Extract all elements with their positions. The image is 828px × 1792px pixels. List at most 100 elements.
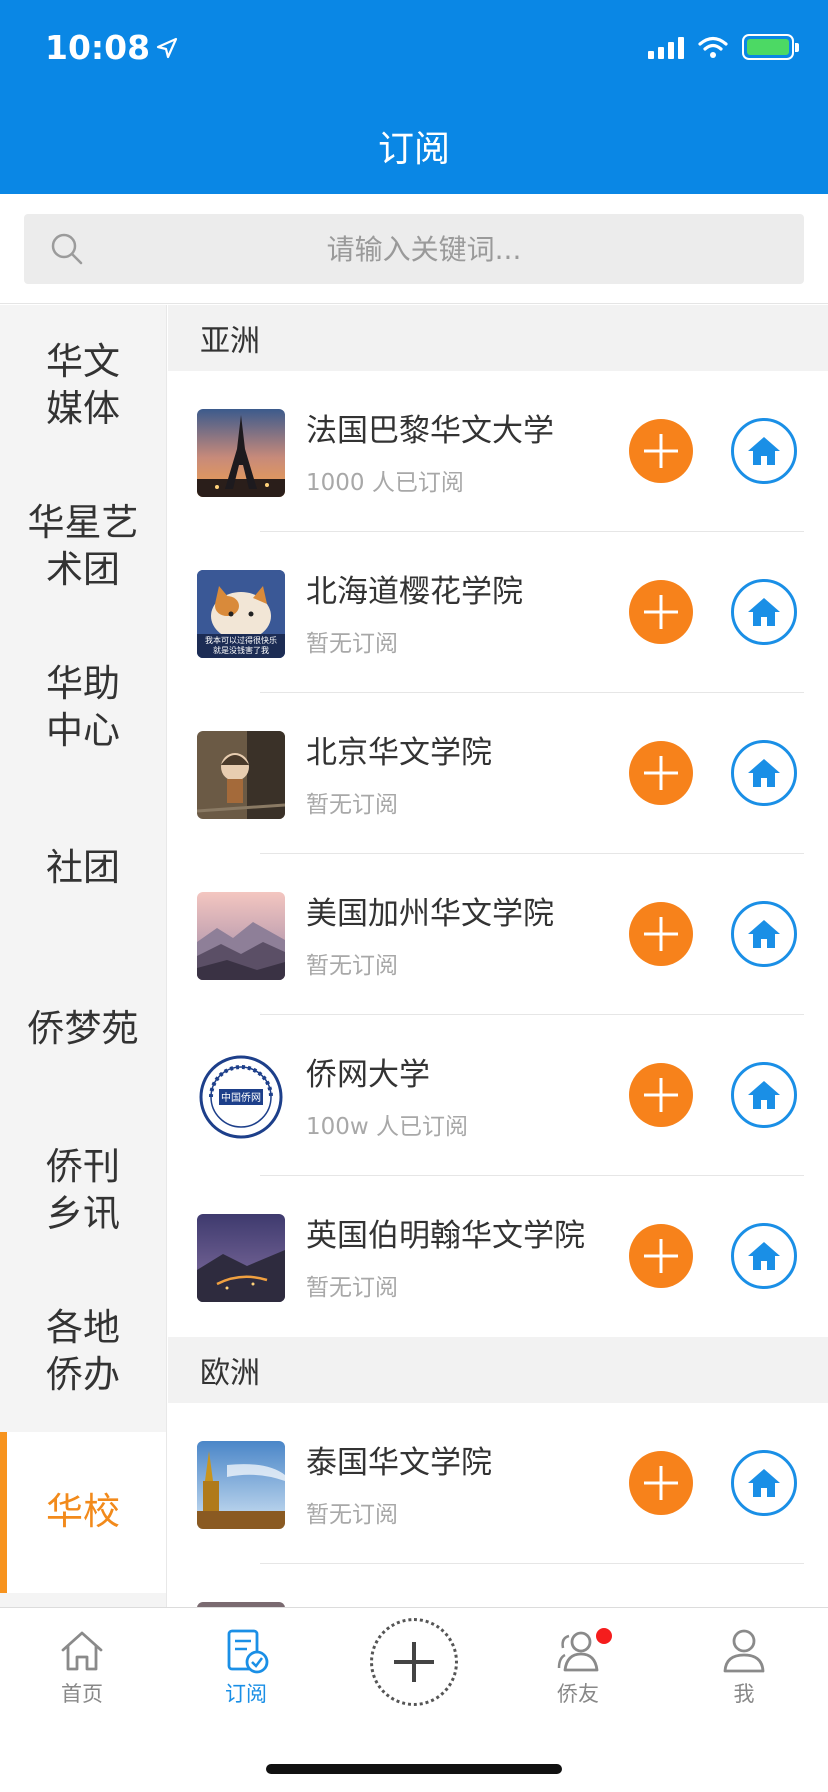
homepage-button[interactable] bbox=[731, 1062, 797, 1128]
subscription-list: 亚洲 法国巴黎华文大学 1000 人已订阅 我本可以过得很快乐 就是没钱害了我 … bbox=[168, 305, 828, 1607]
sidebar-item-label: 侨梦苑 bbox=[27, 1007, 139, 1051]
sidebar-item-label: 华文媒体 bbox=[46, 340, 120, 430]
notification-badge bbox=[596, 1628, 612, 1644]
home-icon bbox=[61, 1631, 103, 1671]
sidebar-item-art-troupe[interactable]: 华星艺术团 bbox=[0, 466, 166, 627]
sidebar-item-qiaomengyuan[interactable]: 侨梦苑 bbox=[0, 949, 166, 1110]
homepage-button[interactable] bbox=[731, 1223, 797, 1289]
thumb-caption-line1: 我本可以过得很快乐 bbox=[205, 635, 277, 645]
sidebar-item-label: 华助中心 bbox=[46, 662, 120, 752]
house-icon bbox=[748, 598, 780, 626]
subscribe-plus-button[interactable] bbox=[629, 1063, 693, 1127]
page-title: 订阅 bbox=[377, 129, 450, 170]
list-item[interactable]: 我本可以过得很快乐 就是没钱害了我 北海道樱花学院 暂无订阅 bbox=[168, 532, 828, 693]
house-icon bbox=[748, 1081, 780, 1109]
sidebar-item-label: 华校 bbox=[46, 1490, 120, 1534]
house-icon bbox=[748, 759, 780, 787]
school-name: 北京华文学院 bbox=[306, 735, 492, 771]
house-icon bbox=[748, 920, 780, 948]
list-item[interactable]: 泰国华文学院 暂无订阅 bbox=[168, 1403, 828, 1564]
school-name: 法国巴黎华文大学 bbox=[306, 413, 554, 449]
list-item-partial[interactable] bbox=[168, 1564, 828, 1607]
university-seal-thumbnail: 中国侨网 bbox=[197, 1053, 285, 1141]
top-header: 10:08 订阅 bbox=[0, 0, 828, 194]
tab-friends[interactable]: 侨友 bbox=[518, 1626, 638, 1708]
sidebar-item-label: 社团 bbox=[46, 846, 120, 890]
sidebar-item-associations[interactable]: 社团 bbox=[0, 788, 166, 949]
tab-label: 我 bbox=[733, 1682, 755, 1706]
tab-subscribe[interactable]: 订阅 bbox=[186, 1626, 306, 1708]
status-indicators bbox=[648, 34, 799, 60]
sidebar-item-label: 侨刊乡讯 bbox=[46, 1145, 120, 1235]
search-input[interactable] bbox=[104, 214, 744, 284]
subscribe-icon bbox=[227, 1629, 269, 1674]
subscriber-count: 暂无订阅 bbox=[306, 953, 398, 979]
subscriber-count: 暂无订阅 bbox=[306, 1275, 398, 1301]
school-name: 侨网大学 bbox=[306, 1057, 430, 1093]
clock-text: 10:08 bbox=[45, 28, 151, 67]
status-time: 10:08 bbox=[45, 28, 178, 67]
golden-temple-thumbnail bbox=[197, 1441, 285, 1529]
subscriber-count: 暂无订阅 bbox=[306, 792, 398, 818]
subscribe-plus-button[interactable] bbox=[629, 741, 693, 805]
subscriber-count: 100w 人已订阅 bbox=[306, 1114, 469, 1140]
homepage-button[interactable] bbox=[731, 1450, 797, 1516]
school-name: 北海道樱花学院 bbox=[306, 574, 523, 610]
home-indicator bbox=[266, 1764, 562, 1774]
school-name: 泰国华文学院 bbox=[306, 1445, 492, 1481]
subscribe-plus-button[interactable] bbox=[629, 580, 693, 644]
night-landscape-thumbnail bbox=[197, 1214, 285, 1302]
tab-me[interactable]: 我 bbox=[684, 1626, 804, 1708]
homepage-button[interactable] bbox=[731, 901, 797, 967]
subscriber-count: 暂无订阅 bbox=[306, 631, 398, 657]
list-item[interactable]: 中国侨网 侨网大学 100w 人已订阅 bbox=[168, 1015, 828, 1176]
section-header-asia: 亚洲 bbox=[168, 305, 828, 371]
sidebar-item-hometown-news[interactable]: 侨刊乡讯 bbox=[0, 1110, 166, 1271]
subscribe-plus-button[interactable] bbox=[629, 1451, 693, 1515]
sidebar-item-label: 各地侨办 bbox=[46, 1306, 120, 1396]
wifi-icon bbox=[698, 36, 728, 58]
eiffel-tower-thumbnail bbox=[197, 409, 285, 497]
cellular-signal-icon bbox=[648, 35, 684, 59]
profile-icon bbox=[723, 1629, 765, 1673]
house-icon bbox=[748, 1469, 780, 1497]
tab-home[interactable]: 首页 bbox=[22, 1626, 142, 1708]
house-icon bbox=[748, 437, 780, 465]
homepage-button[interactable] bbox=[731, 579, 797, 645]
sidebar-item-label: 华星艺术团 bbox=[27, 501, 139, 591]
tab-label: 首页 bbox=[61, 1682, 103, 1706]
subscribe-plus-button[interactable] bbox=[629, 419, 693, 483]
sidebar-item-schools[interactable]: 华校 bbox=[0, 1432, 166, 1593]
school-name: 美国加州华文学院 bbox=[306, 896, 554, 932]
subscriber-count: 1000 人已订阅 bbox=[306, 470, 464, 496]
location-arrow-icon bbox=[156, 37, 178, 58]
homepage-button[interactable] bbox=[731, 740, 797, 806]
list-item[interactable]: 英国伯明翰华文学院 暂无订阅 bbox=[168, 1176, 828, 1337]
tab-label: 订阅 bbox=[225, 1682, 267, 1706]
misty-mountains-thumbnail bbox=[197, 892, 285, 980]
sidebar-item-help-center[interactable]: 华助中心 bbox=[0, 627, 166, 788]
school-name: 英国伯明翰华文学院 bbox=[306, 1218, 585, 1254]
cat-meme-thumbnail: 我本可以过得很快乐 就是没钱害了我 bbox=[197, 570, 285, 658]
subscriber-count: 暂无订阅 bbox=[306, 1502, 398, 1528]
search-bar bbox=[0, 194, 828, 304]
thumb-caption-line2: 就是没钱害了我 bbox=[213, 645, 269, 655]
search-icon bbox=[51, 233, 83, 265]
sidebar-item-media[interactable]: 华文媒体 bbox=[0, 305, 166, 466]
seal-logo-text: 中国侨网 bbox=[221, 1091, 261, 1104]
battery-icon bbox=[742, 34, 799, 60]
figurine-thumbnail bbox=[197, 731, 285, 819]
list-item[interactable]: 美国加州华文学院 暂无订阅 bbox=[168, 854, 828, 1015]
sidebar-item-local-offices[interactable]: 各地侨办 bbox=[0, 1271, 166, 1432]
house-icon bbox=[748, 1242, 780, 1270]
list-item[interactable]: 北京华文学院 暂无订阅 bbox=[168, 693, 828, 854]
section-header-europe: 欧洲 bbox=[168, 1337, 828, 1403]
category-sidebar: 华文媒体 华星艺术团 华助中心 社团 侨梦苑 侨刊乡讯 各地侨办 华校 bbox=[0, 305, 167, 1607]
list-item[interactable]: 法国巴黎华文大学 1000 人已订阅 bbox=[168, 371, 828, 532]
subscribe-plus-button[interactable] bbox=[629, 1224, 693, 1288]
homepage-button[interactable] bbox=[731, 418, 797, 484]
subscribe-plus-button[interactable] bbox=[629, 902, 693, 966]
search-box[interactable] bbox=[24, 214, 804, 284]
subscribe-screen: 10:08 订阅 华文媒体 bbox=[0, 0, 828, 1792]
center-plus-button[interactable] bbox=[370, 1618, 458, 1706]
